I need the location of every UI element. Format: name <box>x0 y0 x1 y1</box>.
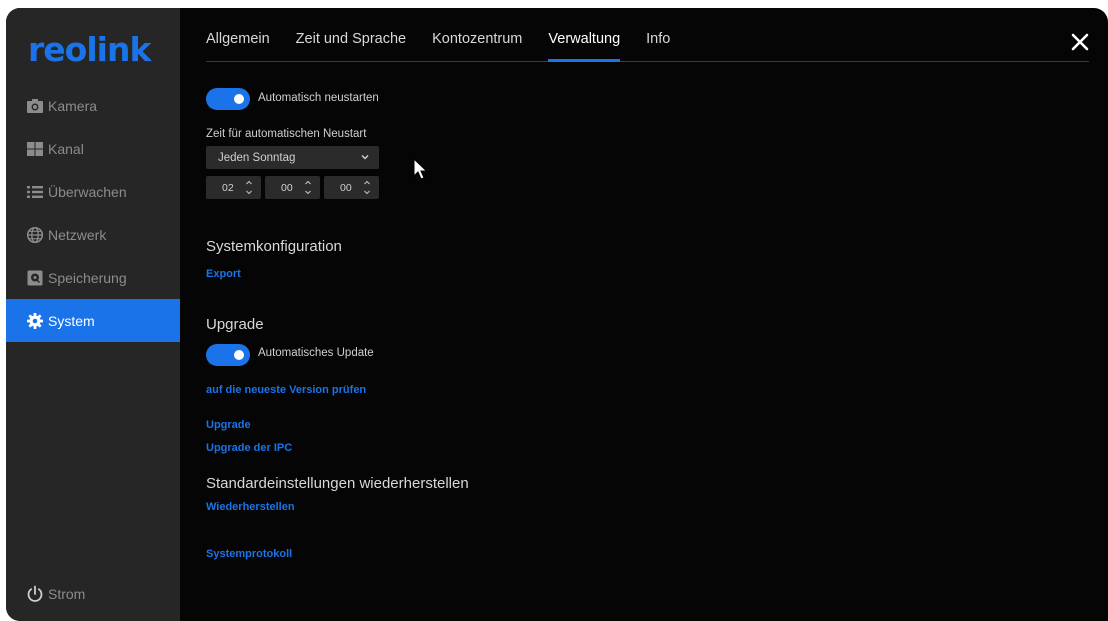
restart-schedule-value: Jeden Sonntag <box>218 151 296 164</box>
sidebar: reolink Kamera Kanal Überwachen Netzwerk… <box>6 8 180 621</box>
sidebar-item-kamera[interactable]: Kamera <box>6 84 180 127</box>
close-icon[interactable] <box>1068 30 1092 54</box>
restart-second-stepper[interactable]: 00 <box>324 176 379 199</box>
settings-window: reolink Kamera Kanal Überwachen Netzwerk… <box>6 8 1108 621</box>
upgrade-link[interactable]: Upgrade <box>206 419 251 431</box>
sidebar-item-system[interactable]: System <box>6 299 180 342</box>
export-link[interactable]: Export <box>206 268 241 280</box>
storage-icon <box>27 270 43 285</box>
sidebar-item-ueberwachen[interactable]: Überwachen <box>6 170 180 213</box>
gear-icon <box>27 312 43 329</box>
tab-bar: Allgemein Zeit und Sprache Kontozentrum … <box>206 31 1089 62</box>
sidebar-item-speicherung[interactable]: Speicherung <box>6 256 180 299</box>
sidebar-item-label: Kamera <box>48 97 98 114</box>
mouse-cursor-icon <box>413 158 428 180</box>
power-label: Strom <box>48 586 86 602</box>
upgrade-ipc-link[interactable]: Upgrade der IPC <box>206 442 292 454</box>
stepper-arrows-icon[interactable] <box>304 179 312 196</box>
power-icon <box>27 585 43 602</box>
restart-minute-stepper[interactable]: 00 <box>265 176 320 199</box>
sidebar-item-label: System <box>48 312 95 329</box>
system-config-heading: Systemkonfiguration <box>206 238 342 255</box>
sidebar-item-kanal[interactable]: Kanal <box>6 127 180 170</box>
system-log-link[interactable]: Systemprotokoll <box>206 548 292 560</box>
restart-minute-value: 00 <box>281 181 293 194</box>
globe-icon <box>26 226 44 243</box>
auto-update-toggle[interactable] <box>206 344 250 366</box>
auto-restart-label: Automatisch neustarten <box>258 92 379 104</box>
sidebar-item-netzwerk[interactable]: Netzwerk <box>6 213 180 256</box>
auto-update-label: Automatisches Update <box>258 347 374 359</box>
restore-link[interactable]: Wiederherstellen <box>206 501 295 513</box>
chevron-down-icon <box>361 155 369 160</box>
restart-hour-value: 02 <box>222 181 234 194</box>
tab-zeit-und-sprache[interactable]: Zeit und Sprache <box>296 31 406 61</box>
tab-allgemein[interactable]: Allgemein <box>206 31 270 61</box>
tab-info[interactable]: Info <box>646 31 670 61</box>
tab-kontozentrum[interactable]: Kontozentrum <box>432 31 522 61</box>
sidebar-item-label: Speicherung <box>48 269 127 286</box>
restart-second-value: 00 <box>340 181 352 194</box>
restart-schedule-select[interactable]: Jeden Sonntag <box>206 146 379 169</box>
list-icon <box>27 185 43 198</box>
sidebar-nav: Kamera Kanal Überwachen Netzwerk Speiche… <box>6 84 180 342</box>
grid-icon <box>27 141 43 156</box>
main-content: Allgemein Zeit und Sprache Kontozentrum … <box>180 8 1108 621</box>
stepper-arrows-icon[interactable] <box>363 179 371 196</box>
power-button[interactable]: Strom <box>26 585 85 603</box>
sidebar-item-label: Überwachen <box>48 183 127 200</box>
sidebar-item-label: Netzwerk <box>48 226 107 243</box>
sidebar-item-label: Kanal <box>48 140 84 157</box>
reset-heading: Standardeinstellungen wiederherstellen <box>206 475 469 492</box>
upgrade-heading: Upgrade <box>206 316 264 333</box>
restart-time-label: Zeit für automatischen Neustart <box>206 128 367 140</box>
restart-hour-stepper[interactable]: 02 <box>206 176 261 199</box>
stepper-arrows-icon[interactable] <box>245 179 253 196</box>
camera-icon <box>27 98 43 113</box>
auto-restart-toggle[interactable] <box>206 88 250 110</box>
check-version-link[interactable]: auf die neueste Version prüfen <box>206 384 366 396</box>
tab-verwaltung[interactable]: Verwaltung <box>548 31 620 62</box>
reolink-logo: reolink <box>28 30 151 69</box>
